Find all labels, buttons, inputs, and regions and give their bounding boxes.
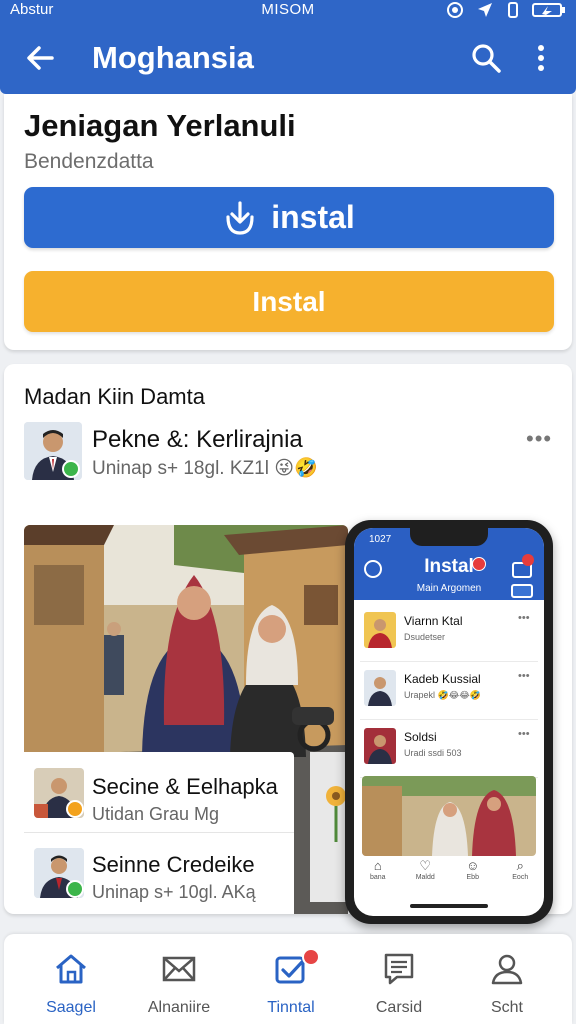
section-title: Madan Kiin Damta: [24, 384, 205, 409]
phone-screen: 1027 Instal Main Argomen Viarnn Ktal Dsu…: [354, 528, 544, 916]
app-bar-title: Moghansia: [92, 40, 254, 75]
home-indicator: [410, 904, 488, 908]
nav-item-mail[interactable]: Alnaniire: [124, 944, 234, 1020]
phone-bottom-nav: ⌂ bana ♡ Maldd ☺ Ebb ⌕ Eoch: [354, 858, 544, 894]
message-icon[interactable]: [511, 584, 533, 598]
phone-nav-label: Maldd: [415, 874, 435, 881]
phone-list-item[interactable]: Soldsi Uradi ssdi 503 •••: [360, 722, 538, 778]
post-author-name: Pekne &: Kerlirajnia: [92, 426, 303, 453]
app-bar: Moghansia: [0, 22, 576, 94]
home-icon: [56, 954, 86, 984]
record-icon: [447, 2, 463, 18]
emoji-icon: ☺: [466, 858, 480, 873]
more-horizontal-icon[interactable]: •••: [526, 426, 552, 452]
avatar: [364, 670, 396, 706]
status-bar: Abstur MISOM: [0, 0, 576, 22]
list-item-meta: Uninap s+ 10gl. AKą: [92, 882, 256, 902]
avatar[interactable]: [34, 768, 84, 818]
more-horizontal-icon[interactable]: •••: [518, 612, 530, 624]
phone-notch: [410, 528, 488, 546]
flower-thumbnail-icon: [310, 752, 350, 902]
side-preview-card: [310, 752, 350, 902]
divider: [24, 832, 294, 833]
install-secondary-button[interactable]: Instal: [24, 271, 554, 332]
notification-badge-icon: [522, 554, 534, 566]
nav-item-profile[interactable]: Scht: [452, 944, 562, 1020]
location-icon: [478, 3, 492, 17]
search-icon: ⌕: [516, 858, 524, 873]
notification-badge-icon: [472, 557, 486, 571]
avatar: [364, 612, 396, 648]
phone-item-name: Soldsi: [404, 730, 437, 744]
nav-item-home[interactable]: Saagel: [16, 944, 126, 1020]
phone-list-item[interactable]: Kadeb Kussial Urapekl 🤣😂😂🤣 •••: [360, 664, 538, 720]
nav-item-card[interactable]: Carsid: [344, 944, 454, 1020]
more-horizontal-icon[interactable]: •••: [518, 728, 530, 740]
profile-icon: [491, 954, 523, 985]
more-vertical-icon[interactable]: [526, 40, 556, 76]
phone-item-name: Viarnn Ktal: [404, 614, 463, 628]
install-secondary-label: Instal: [252, 285, 326, 317]
bottom-navigation: Saagel Alnaniire Tinntal Carsid Scht: [4, 934, 572, 1024]
avatar: [364, 728, 396, 764]
list-item-name[interactable]: Secine & Eelhapka: [92, 774, 278, 800]
overlay-list: Secine & Eelhapka Utidan Grau Mg Seinne …: [24, 752, 294, 914]
more-horizontal-icon[interactable]: •••: [518, 670, 530, 682]
mail-icon: [162, 956, 196, 982]
phone-list-item[interactable]: Viarnn Ktal Dsudetser •••: [360, 606, 538, 662]
phone-nav-item[interactable]: ⌂ bana: [361, 858, 395, 894]
phone-nav-item[interactable]: ♡ Maldd: [408, 858, 442, 894]
search-icon[interactable]: [468, 40, 504, 76]
app-name: Jeniagan Yerlanuli: [24, 108, 296, 143]
nav-label: Alnaniire: [147, 999, 211, 1016]
download-icon: [226, 200, 254, 235]
avatar-person-icon: [364, 612, 396, 648]
nav-label: Saagel: [46, 999, 96, 1016]
verified-badge-icon: [66, 800, 84, 818]
avatar-person-icon: [364, 728, 396, 764]
verified-badge-icon: [62, 460, 80, 478]
phone-nav-label: bana: [369, 874, 386, 881]
phone-item-meta: Dsudetser: [404, 632, 446, 642]
phone-nav-item[interactable]: ⌕ Eoch: [503, 858, 537, 894]
phone-item-meta: Uradi ssdi 503: [404, 748, 462, 758]
arrow-left-icon[interactable]: [22, 40, 58, 76]
post-meta: Uninap s+ 18gl. KZ1l 😜🤣: [92, 458, 318, 479]
verified-badge-icon: [66, 880, 84, 898]
street-photo-image: [362, 776, 536, 856]
vibrate-icon: [508, 2, 518, 18]
avatar-person-icon: [364, 670, 396, 706]
home-icon: ⌂: [373, 858, 382, 873]
nav-label: Scht: [490, 999, 523, 1016]
nav-label: Tinntal: [267, 999, 315, 1016]
phone-mockup: 1027 Instal Main Argomen Viarnn Ktal Dsu…: [345, 520, 553, 924]
app-developer: Bendenzdatta: [24, 150, 154, 173]
document-icon: [384, 953, 414, 985]
phone-item-meta: Urapekl 🤣😂😂🤣: [404, 690, 481, 700]
phone-header: Instal Main Argomen: [354, 550, 544, 600]
app-install-card: Jeniagan Yerlanuli Bendenzdatta instal I…: [4, 94, 572, 350]
phone-nav-item[interactable]: ☺ Ebb: [456, 858, 490, 894]
nav-label: Carsid: [375, 999, 423, 1016]
phone-nav-label: Ebb: [466, 874, 479, 881]
phone-item-name: Kadeb Kussial: [404, 672, 481, 686]
list-item-meta: Utidan Grau Mg: [92, 804, 220, 824]
nav-item-install[interactable]: Tinntal: [236, 944, 346, 1020]
list-item-name[interactable]: Seinne Credeike: [92, 852, 255, 878]
heart-icon: ♡: [419, 858, 432, 873]
phone-post-photo[interactable]: [362, 776, 536, 856]
phone-nav-label: Eoch: [512, 874, 529, 881]
avatar[interactable]: [34, 848, 84, 898]
status-icons: [446, 1, 566, 19]
avatar[interactable]: [24, 422, 82, 480]
phone-time: 1027: [369, 534, 392, 545]
install-primary-label: instal: [271, 199, 355, 235]
install-primary-button[interactable]: instal: [24, 187, 554, 248]
notification-badge-icon: [302, 948, 320, 966]
battery-icon: [532, 3, 565, 17]
